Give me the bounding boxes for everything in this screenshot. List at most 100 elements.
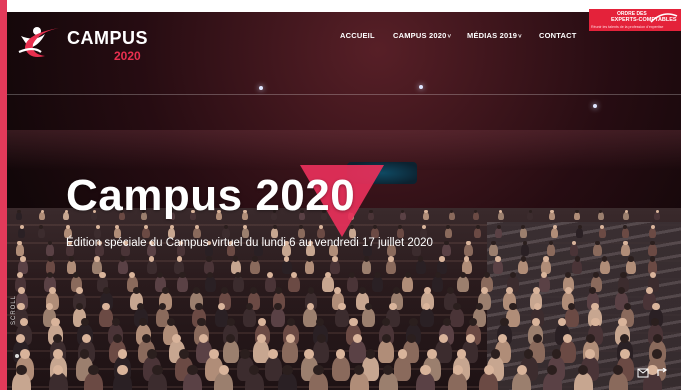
nav-item-accueil[interactable]: ACCUEIL [340, 31, 375, 40]
audience-head [520, 256, 527, 262]
chevron-down-icon: ˅ [447, 34, 452, 40]
header: CAMPUS 2020 ACCUEIL CAMPUS 2020˅ MÉDIAS … [7, 12, 681, 68]
audience-person [288, 276, 300, 292]
audience-head [453, 302, 461, 311]
audience-person [463, 244, 473, 257]
audience-head [404, 271, 411, 278]
audience-person [506, 308, 520, 328]
audience-head [16, 364, 27, 376]
audience-person [518, 260, 529, 274]
audience-head [421, 225, 426, 230]
audience-head [195, 302, 203, 311]
audience-head [483, 271, 491, 278]
campus-logo-icon[interactable] [15, 22, 65, 62]
audience-head [17, 209, 21, 213]
audience-head [313, 364, 324, 376]
nav-item-contact[interactable]: CONTACT [539, 31, 577, 40]
audience-person [282, 340, 299, 363]
audience-person [37, 228, 45, 239]
audience-head [40, 209, 44, 213]
audience-head [586, 333, 596, 343]
audience-head [349, 271, 356, 278]
audience-person [399, 212, 406, 221]
audience-person [222, 340, 240, 363]
audience-head [650, 225, 655, 230]
audience-head [601, 256, 608, 262]
audience-head [252, 256, 258, 262]
nav-label: CONTACT [539, 31, 577, 40]
audience-head [268, 349, 279, 359]
audience-person [422, 212, 429, 221]
audience-person [597, 212, 604, 221]
audience-head [551, 349, 562, 359]
audience-person [432, 276, 444, 292]
audience-head [187, 364, 198, 376]
audience-head [406, 333, 416, 343]
audience-person [550, 228, 559, 239]
audience-person [497, 212, 504, 221]
partner-logo-icon[interactable]: ORDRE DES EXPERTS-COMPTABLES Réunir les … [589, 9, 681, 31]
audience-head [397, 349, 408, 359]
audience-head [256, 333, 266, 343]
audience-head [46, 271, 54, 278]
audience-person [177, 276, 189, 292]
audience-head [206, 271, 214, 278]
audience-head [102, 302, 110, 311]
audience-head [206, 256, 212, 262]
page: CAMPUS 2020 ACCUEIL CAMPUS 2020˅ MÉDIAS … [0, 0, 681, 390]
audience-head [179, 349, 189, 359]
audience-head [285, 333, 295, 343]
audience-head [338, 302, 346, 311]
audience-head [490, 349, 501, 359]
audience-person [330, 260, 340, 274]
audience-head [389, 302, 397, 311]
audience-person [303, 308, 318, 328]
scroll-indicator[interactable]: SCROLL [11, 295, 17, 325]
audience-head [120, 256, 126, 262]
audience-head [434, 271, 441, 278]
audience-person [271, 308, 285, 328]
audience-head [646, 287, 653, 295]
share-icon[interactable] [656, 368, 668, 378]
audience-head [550, 209, 554, 213]
audience-head [94, 256, 100, 262]
audience-person [444, 228, 452, 239]
audience-person [598, 228, 607, 239]
audience-person [519, 228, 528, 239]
audience-head [47, 256, 54, 262]
audience-head [388, 256, 394, 262]
brand-name[interactable]: CAMPUS [67, 28, 148, 49]
audience-head [516, 364, 528, 376]
audience-head [117, 364, 128, 376]
audience-person [335, 308, 350, 328]
audience-head [577, 225, 582, 230]
audience-person [654, 212, 661, 221]
audience-head [575, 209, 579, 213]
ceiling-band [7, 130, 681, 170]
nav-label: ACCUEIL [340, 31, 375, 40]
audience-head [240, 349, 251, 359]
email-icon[interactable] [637, 368, 649, 378]
audience-person [146, 260, 157, 274]
audience-head [95, 225, 100, 230]
partner-line-3: Réunir les talents de la profession d'ex… [591, 25, 664, 29]
nav-item-medias-2019[interactable]: MÉDIAS 2019˅ [467, 31, 522, 40]
audience-head [332, 256, 338, 262]
audience-head [528, 209, 532, 213]
audience-head [19, 225, 24, 230]
audience-person [204, 276, 216, 292]
audience-head [532, 287, 540, 295]
ceiling-light [593, 104, 597, 108]
audience-head [363, 256, 370, 262]
audience-head [552, 225, 557, 230]
audience-head [620, 271, 627, 278]
audience-head [274, 302, 282, 311]
audience-person [448, 212, 455, 221]
audience-person [415, 260, 426, 274]
nav-item-campus-2020[interactable]: CAMPUS 2020˅ [393, 31, 451, 40]
top-edge [0, 0, 681, 12]
audience-head [142, 333, 152, 343]
audience-person [322, 276, 334, 292]
audience-person [361, 260, 372, 274]
audience-person [549, 212, 556, 221]
